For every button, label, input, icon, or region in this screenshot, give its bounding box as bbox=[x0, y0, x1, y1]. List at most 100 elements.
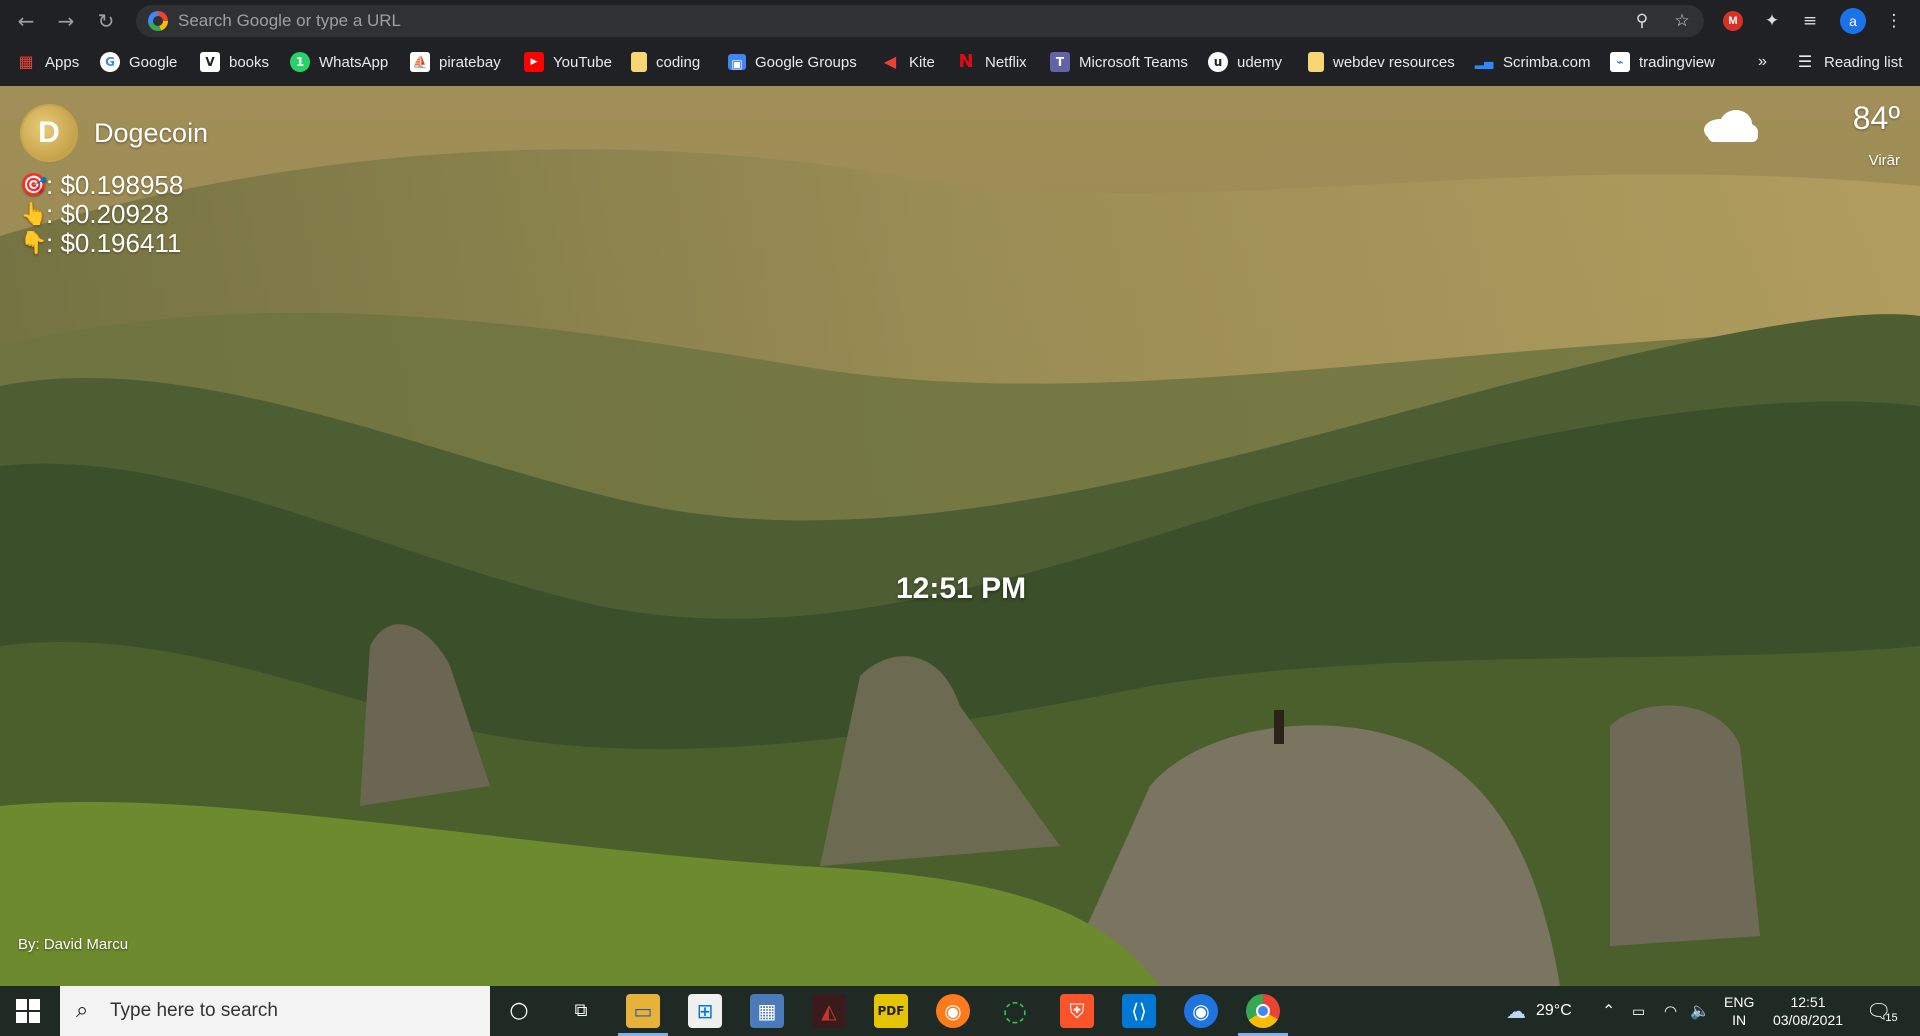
google-icon bbox=[148, 11, 168, 31]
groups-icon: ▣ bbox=[728, 54, 746, 71]
chrome-icon[interactable] bbox=[1238, 994, 1288, 1036]
reading-list-button[interactable]: ☰ Reading list bbox=[1795, 47, 1903, 77]
weather-location: Virār bbox=[1868, 152, 1900, 169]
bookmark-coding[interactable]: coding bbox=[631, 47, 700, 77]
weather-temperature: 84º bbox=[1852, 100, 1900, 136]
bookmark-netflix[interactable]: N Netflix bbox=[956, 47, 1027, 77]
overflow-chevron-icon: » bbox=[1758, 53, 1767, 70]
tradingview-icon: ⌁ bbox=[1610, 52, 1630, 72]
predator-sense-icon[interactable]: ◭ bbox=[812, 994, 846, 1028]
google-icon: G bbox=[100, 52, 120, 72]
bookmark-google-groups[interactable]: ▣ Google Groups bbox=[728, 47, 857, 77]
whatsapp-icon: 1 bbox=[290, 52, 310, 72]
microsoft-store-icon[interactable]: ⊞ bbox=[688, 994, 722, 1028]
search-icon: ⌕ bbox=[76, 998, 89, 1023]
bookmark-scrimba[interactable]: ▂▄ Scrimba.com bbox=[1474, 47, 1591, 77]
notification-center-button[interactable]: 🗨 15 bbox=[1866, 986, 1898, 1036]
taskbar-search-box[interactable]: ⌕ bbox=[60, 986, 490, 1036]
firefox-icon[interactable]: ◉ bbox=[936, 994, 970, 1028]
firefox-developer-icon[interactable]: ◉ bbox=[1184, 994, 1218, 1028]
volume-icon[interactable]: 🔈 bbox=[1690, 986, 1710, 1036]
brave-browser-icon[interactable]: ⛨ bbox=[1060, 994, 1094, 1028]
extensions-puzzle-icon[interactable]: ✦ bbox=[1760, 9, 1784, 33]
windows-taskbar: ⌕ ○ ⧉ ▭ ⊞ ▦ ◭ PDF ◉ ◌ ⛨ ⟨⟩ ◉ ☁ 29°C ⌃ ▭ … bbox=[0, 986, 1920, 1036]
taskbar-weather[interactable]: ☁ 29°C bbox=[1506, 986, 1572, 1036]
bookmark-label: WhatsApp bbox=[319, 53, 389, 71]
bookmarks-overflow-button[interactable]: » bbox=[1758, 47, 1767, 77]
file-explorer-icon[interactable]: ▭ bbox=[618, 994, 668, 1036]
high-price-row: 👆 : $0.20928 bbox=[20, 199, 169, 230]
taskbar-search-input[interactable] bbox=[110, 999, 470, 1023]
youtube-icon: ▶ bbox=[524, 52, 544, 72]
windows-start-button[interactable] bbox=[16, 999, 40, 1023]
system-time: 12:51 bbox=[1790, 994, 1826, 1010]
show-hidden-icons-button[interactable]: ⌃ bbox=[1602, 986, 1615, 1036]
udemy-icon: u bbox=[1208, 52, 1228, 72]
bookmark-kite[interactable]: ◀ Kite bbox=[880, 47, 935, 77]
chevron-up-icon: ⌃ bbox=[1602, 1003, 1616, 1020]
weather-widget: 84º Virār bbox=[1700, 100, 1900, 180]
omnibox[interactable]: ⚲ ☆ bbox=[136, 5, 1704, 37]
browser-toolbar: ← → ↻ ⚲ ☆ M ✦ ≡ a ⋮ bbox=[0, 0, 1920, 42]
high-price: : $0.20928 bbox=[46, 199, 169, 229]
bookmarks-bar: ▦ Apps G Google V books 1 WhatsApp ⛵ pir… bbox=[0, 47, 1920, 77]
bookmark-label: Scrimba.com bbox=[1503, 53, 1591, 71]
cloud-icon bbox=[1704, 110, 1758, 142]
extension-m-icon[interactable]: M bbox=[1723, 11, 1743, 31]
loading-ring-icon[interactable]: ◌ bbox=[998, 994, 1032, 1028]
bookmark-label: Microsoft Teams bbox=[1079, 53, 1188, 71]
media-queue-icon[interactable]: ≡ bbox=[1798, 9, 1822, 33]
language-indicator[interactable]: ENG IN bbox=[1724, 986, 1754, 1036]
bookmark-label: Netflix bbox=[985, 53, 1027, 71]
reload-button[interactable]: ↻ bbox=[92, 7, 120, 35]
bookmark-label: Kite bbox=[909, 53, 935, 71]
bookmark-webdev-resources[interactable]: webdev resources bbox=[1308, 47, 1455, 77]
reading-list-icon: ☰ bbox=[1797, 52, 1813, 71]
bookmark-label: webdev resources bbox=[1333, 53, 1455, 71]
calculator-icon[interactable]: ▦ bbox=[750, 994, 784, 1028]
bookmark-books[interactable]: V books bbox=[200, 47, 269, 77]
bookmark-star-icon[interactable]: ☆ bbox=[1672, 11, 1692, 31]
bookmark-label: books bbox=[229, 53, 270, 71]
bookmark-google[interactable]: G Google bbox=[100, 47, 177, 77]
folder-icon bbox=[1308, 52, 1324, 72]
bookmark-piratebay[interactable]: ⛵ piratebay bbox=[410, 47, 501, 77]
bookmark-youtube[interactable]: ▶ YouTube bbox=[524, 47, 612, 77]
wifi-icon[interactable]: ◠ bbox=[1664, 986, 1677, 1036]
landscape-illustration bbox=[0, 86, 1920, 986]
bookmark-label: udemy bbox=[1237, 53, 1283, 71]
system-clock[interactable]: 12:51 03/08/2021 bbox=[1768, 986, 1848, 1036]
task-view-icon[interactable]: ⧉ bbox=[564, 994, 598, 1028]
bookmark-udemy[interactable]: u udemy bbox=[1208, 47, 1282, 77]
clock: 12:51 PM bbox=[896, 572, 1027, 605]
bookmark-label: coding bbox=[656, 53, 701, 71]
vscode-icon[interactable]: ⟨⟩ bbox=[1122, 994, 1156, 1028]
back-button[interactable]: ← bbox=[12, 7, 40, 35]
bookmark-tradingview[interactable]: ⌁ tradingview bbox=[1610, 47, 1715, 77]
cortana-icon[interactable]: ○ bbox=[502, 994, 536, 1028]
forward-button[interactable]: → bbox=[52, 7, 80, 35]
pdf-reader-icon[interactable]: PDF bbox=[874, 994, 908, 1028]
omnibox-input[interactable] bbox=[178, 9, 1618, 33]
folder-icon bbox=[631, 52, 647, 72]
photo-credit: By: David Marcu bbox=[18, 936, 129, 953]
location-pin-icon[interactable]: ⚲ bbox=[1632, 11, 1652, 31]
bookmark-whatsapp[interactable]: 1 WhatsApp bbox=[290, 47, 388, 77]
weather-cloud-icon: ☁ bbox=[1506, 1000, 1526, 1023]
scrimba-icon: ▂▄ bbox=[1474, 55, 1494, 69]
bookmark-label: tradingview bbox=[1639, 53, 1715, 71]
coin-name: Dogecoin bbox=[94, 118, 209, 148]
menu-kebab-icon[interactable]: ⋮ bbox=[1882, 9, 1906, 33]
bookmark-label: YouTube bbox=[553, 53, 612, 71]
bookmark-teams[interactable]: T Microsoft Teams bbox=[1050, 47, 1188, 77]
low-price-row: 👇 : $0.196411 bbox=[20, 228, 181, 259]
bookmark-label: Apps bbox=[45, 53, 80, 71]
profile-avatar[interactable]: a bbox=[1840, 8, 1866, 34]
battery-icon[interactable]: ▭ bbox=[1632, 986, 1645, 1036]
region-code: IN bbox=[1732, 1012, 1747, 1028]
current-price-row: 🎯 : $0.198958 bbox=[20, 170, 183, 201]
teams-icon: T bbox=[1050, 52, 1070, 72]
bookmark-label: piratebay bbox=[439, 53, 501, 71]
bookmark-apps[interactable]: ▦ Apps bbox=[16, 47, 79, 77]
background-photo: D Dogecoin 🎯 : $0.198958 👆 : $0.20928 👇 … bbox=[0, 86, 1920, 986]
